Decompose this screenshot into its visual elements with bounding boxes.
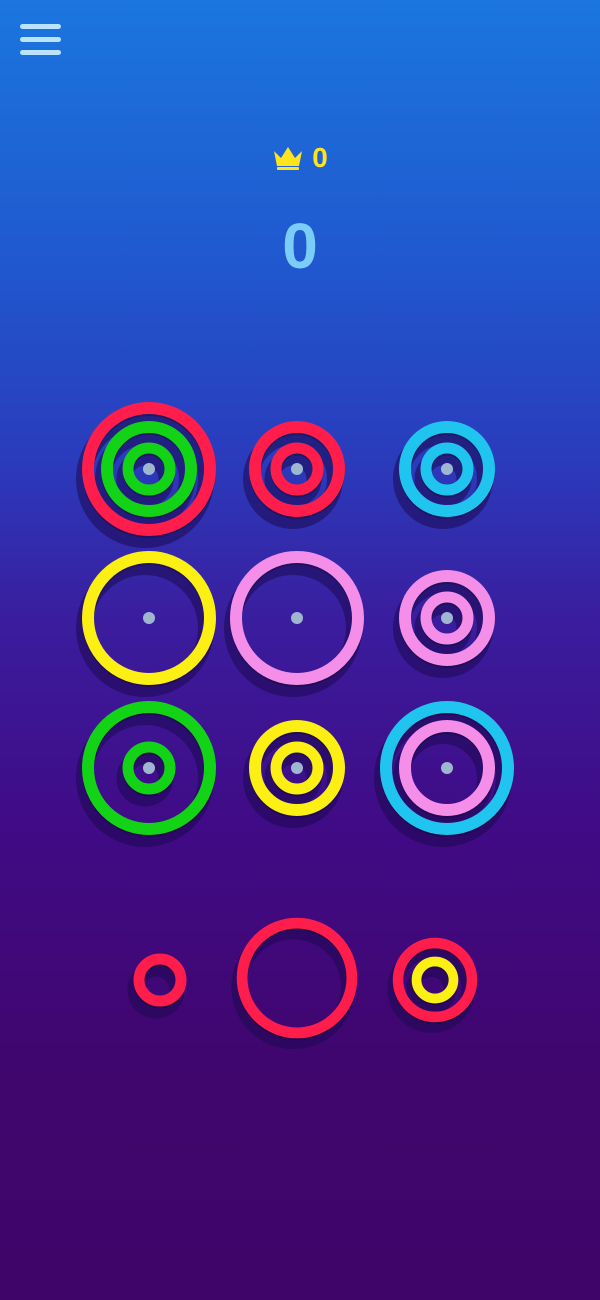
hamburger-menu-icon-bar — [20, 50, 61, 55]
tray-piece-left[interactable] — [127, 953, 187, 1019]
hamburger-menu-icon-bar — [20, 24, 61, 29]
peg-dot — [143, 762, 155, 774]
peg-dot — [441, 463, 453, 475]
best-score-value: 0 — [312, 142, 328, 173]
peg-dot — [291, 762, 303, 774]
peg-dot — [441, 612, 453, 624]
red-large-ring — [236, 917, 358, 1041]
current-score: 0 — [282, 210, 318, 282]
yellow-small-ring — [411, 956, 459, 1006]
crown-icon — [274, 147, 303, 170]
hamburger-menu-icon-bar — [20, 37, 61, 42]
menu-button[interactable] — [18, 22, 64, 60]
peg-dot — [143, 612, 155, 624]
slot-r2c1[interactable] — [75, 544, 223, 697]
slot-r1c2[interactable] — [223, 395, 371, 543]
slot-r1c3[interactable] — [373, 395, 521, 543]
red-small-ring — [133, 953, 187, 1009]
slot-r3c3[interactable] — [373, 694, 521, 847]
tray-piece-center[interactable] — [231, 917, 358, 1050]
slot-r3c1[interactable] — [75, 694, 223, 847]
game-board — [75, 395, 521, 1050]
peg-dot — [441, 762, 453, 774]
peg-dot — [291, 463, 303, 475]
slot-r1c1[interactable] — [75, 395, 223, 548]
tray-piece-right[interactable] — [387, 937, 478, 1033]
slot-r2c2[interactable] — [223, 544, 371, 697]
best-score: 0 — [0, 138, 600, 178]
peg-dot — [143, 463, 155, 475]
peg-dot — [291, 612, 303, 624]
slot-r3c2[interactable] — [223, 694, 371, 842]
slot-r2c3[interactable] — [373, 544, 521, 692]
